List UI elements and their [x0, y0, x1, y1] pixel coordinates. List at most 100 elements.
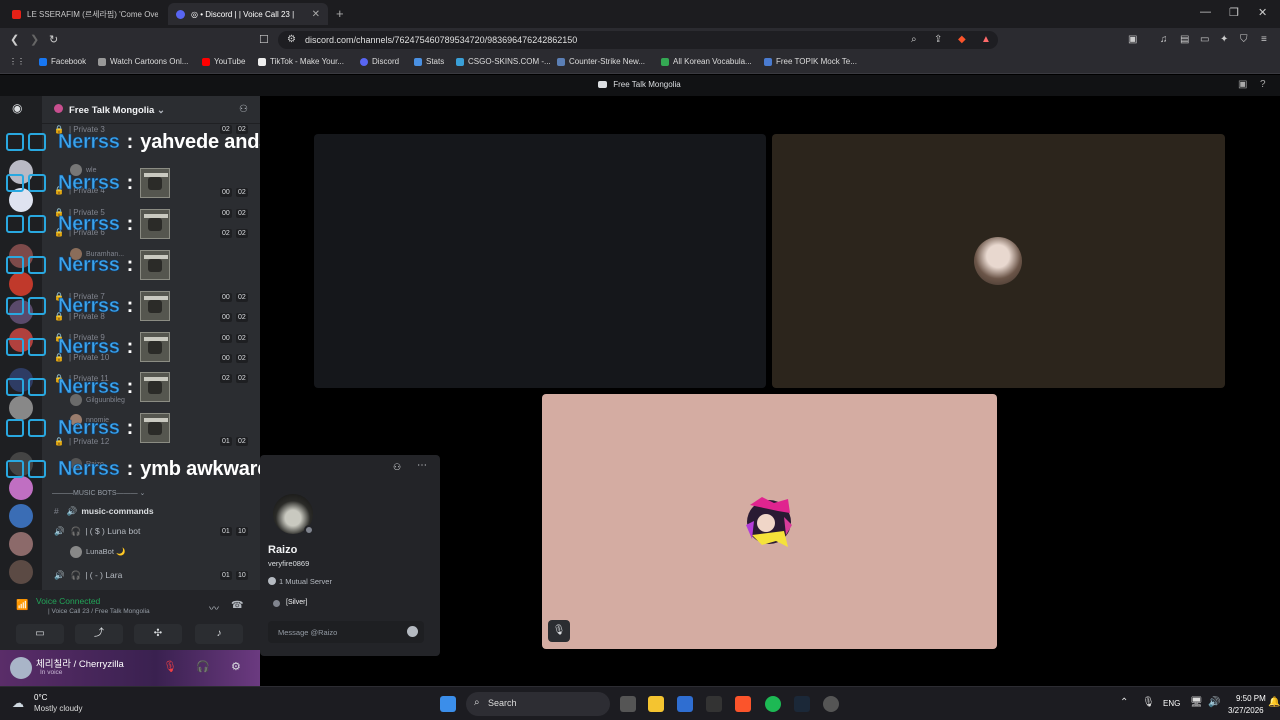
video-tile[interactable]	[772, 134, 1225, 388]
screen-share-button[interactable]: ⤴	[75, 624, 123, 644]
network-icon[interactable]: 🖥	[1190, 697, 1203, 708]
bookmark-item[interactable]: Discord	[360, 57, 399, 66]
server-icon[interactable]	[9, 504, 33, 528]
help-icon[interactable]: ?	[1260, 79, 1266, 90]
bookmark-item[interactable]: Free TOPIK Mock Te...	[764, 57, 857, 66]
url-field[interactable]: discord.com/channels/762475460789534720/…	[278, 31, 998, 49]
weather-cloud-icon[interactable]: ☁	[12, 696, 24, 710]
video-tile[interactable]	[314, 134, 766, 388]
more-options-icon[interactable]: ⋯	[417, 460, 427, 471]
extensions-icon[interactable]: ✦	[1220, 34, 1228, 45]
inbox-icon[interactable]: ▣	[1238, 79, 1247, 90]
bookmark-icon[interactable]: ☐	[259, 33, 269, 46]
signal-icon[interactable]: 📶	[16, 600, 28, 611]
voice-channel-name[interactable]: | Voice Call 23 / Free Talk Mongolia	[48, 608, 150, 615]
settings-icon[interactable]	[823, 696, 839, 712]
camera-button[interactable]: ▭	[16, 624, 64, 644]
username[interactable]: 체리칠라 / Cherryzilla	[36, 656, 124, 670]
mutual-servers-link[interactable]: 1 Mutual Server	[279, 577, 332, 586]
headphones-icon[interactable]: 🎧	[196, 660, 210, 673]
clock-date[interactable]: 3/27/2026	[1228, 706, 1264, 715]
steam-icon[interactable]	[794, 696, 810, 712]
disconnect-icon[interactable]: ☎	[231, 600, 243, 611]
reader-icon[interactable]: ▤	[1180, 34, 1189, 45]
emoji-icon[interactable]	[407, 626, 418, 637]
voice-status[interactable]: Voice Connected	[36, 596, 100, 606]
maximize-button[interactable]: ❐	[1229, 6, 1239, 19]
bookmark-item[interactable]: YouTube	[202, 57, 245, 66]
windows-start-icon[interactable]	[440, 696, 456, 712]
chat-emote-image	[140, 168, 171, 198]
tab-youtube[interactable]: LE SSERAFIM (르세라핌) 'Come Over'	[4, 3, 166, 25]
microsoft-store-icon[interactable]	[677, 696, 693, 712]
settings-gear-icon[interactable]: ⚙	[231, 660, 241, 673]
bookmark-item[interactable]: TikTok - Make Your...	[258, 57, 344, 66]
video-tile[interactable]: 🎙	[542, 394, 997, 649]
activities-button[interactable]: ✣	[134, 624, 182, 644]
brave-shield-icon[interactable]: ◆	[958, 34, 966, 45]
epic-games-icon[interactable]	[706, 696, 722, 712]
media-icon[interactable]: ♫	[1160, 34, 1168, 45]
taskbar-search[interactable]: ⌕ Search	[466, 692, 610, 716]
weather-description[interactable]: Mostly cloudy	[34, 704, 82, 713]
apps-icon[interactable]: ⋮⋮	[9, 57, 25, 66]
reload-button[interactable]: ↻	[49, 33, 58, 46]
mic-muted-icon[interactable]: 🎙	[163, 660, 177, 673]
chat-badge-icon	[6, 213, 50, 235]
clock-time[interactable]: 9:50 PM	[1236, 694, 1266, 703]
channel-lara[interactable]: 🔊 🎧 | ( - ) Lara	[54, 570, 122, 581]
new-tab-button[interactable]: +	[336, 6, 344, 21]
file-explorer-icon[interactable]	[648, 696, 664, 712]
close-tab-icon[interactable]: ✕	[312, 9, 320, 20]
minimize-button[interactable]: —	[1200, 6, 1211, 18]
site-info-icon[interactable]: ⚙	[287, 34, 296, 45]
voice-member[interactable]: LunaBot 🌙	[70, 546, 125, 558]
category-music-bots[interactable]: ———MUSIC BOTS——— ⌄	[52, 489, 145, 497]
chat-emote-image	[140, 332, 171, 362]
microphone-icon[interactable]: 🎙	[1142, 697, 1155, 708]
brave-icon[interactable]	[735, 696, 751, 712]
sidebar-toggle-icon[interactable]: ▣	[1128, 34, 1137, 45]
weather-temperature[interactable]: 0°C	[34, 693, 47, 702]
chat-separator: :	[126, 294, 134, 317]
chat-username: Nerrss	[58, 212, 120, 235]
close-window-button[interactable]: ✕	[1258, 6, 1267, 19]
bookmark-item[interactable]: All Korean Vocabula...	[661, 57, 752, 66]
avatar[interactable]	[10, 657, 32, 679]
share-icon[interactable]: ⇪	[934, 34, 942, 45]
volume-icon[interactable]: 🔊	[1208, 697, 1220, 708]
add-member-icon[interactable]: ⚇	[239, 104, 248, 115]
wallet-icon[interactable]: ▭	[1200, 34, 1209, 45]
bookmark-item[interactable]: Stats	[414, 57, 444, 66]
channel-luna-bot[interactable]: 🔊 🎧 | ( $ ) Luna bot	[54, 526, 140, 537]
bookmark-item[interactable]: Facebook	[39, 57, 86, 66]
tab-discord[interactable]: ◎ • Discord | | Voice Call 23 | ✕	[168, 3, 328, 25]
zoom-icon[interactable]: ⌕	[911, 34, 917, 45]
bookmark-item[interactable]: Watch Cartoons Onl...	[98, 57, 188, 66]
forward-button[interactable]: ❯	[30, 33, 39, 46]
server-icon[interactable]	[9, 532, 33, 556]
notification-bell-icon[interactable]: 🔔	[1268, 697, 1280, 708]
task-view-icon[interactable]	[620, 696, 636, 712]
brave-rewards-icon[interactable]: ▲	[981, 34, 991, 45]
spotify-icon[interactable]	[765, 696, 781, 712]
chevron-up-icon[interactable]: ⌃	[1120, 697, 1128, 708]
back-button[interactable]: ❮	[10, 33, 19, 46]
vpn-icon[interactable]: ⛉	[1240, 34, 1248, 45]
server-header[interactable]: Free Talk Mongolia ⌄ ⚇	[42, 96, 260, 124]
add-friend-icon[interactable]: ⚇	[393, 462, 401, 473]
language-indicator[interactable]: ENG	[1163, 699, 1180, 708]
bookmark-item[interactable]: Counter-Strike New...	[557, 57, 645, 66]
chat-username: Nerrss	[58, 294, 120, 317]
bookmark-item[interactable]: CSGO-SKINS.COM -...	[456, 57, 551, 66]
noise-suppression-icon[interactable]: 〰	[209, 600, 219, 615]
message-input[interactable]: Message @Raizo	[268, 621, 424, 643]
user-count-badge: 00	[220, 334, 232, 343]
menu-icon[interactable]: ≡	[1261, 34, 1267, 45]
server-icon[interactable]	[9, 560, 33, 584]
soundboard-button[interactable]: ♪	[195, 624, 243, 644]
chat-badge-icon	[6, 417, 50, 439]
mic-muted-icon[interactable]: 🎙	[548, 620, 570, 642]
channel-music-commands[interactable]: # 🔊 music-commands	[54, 506, 154, 517]
discord-home-icon[interactable]: ◉	[12, 101, 22, 115]
